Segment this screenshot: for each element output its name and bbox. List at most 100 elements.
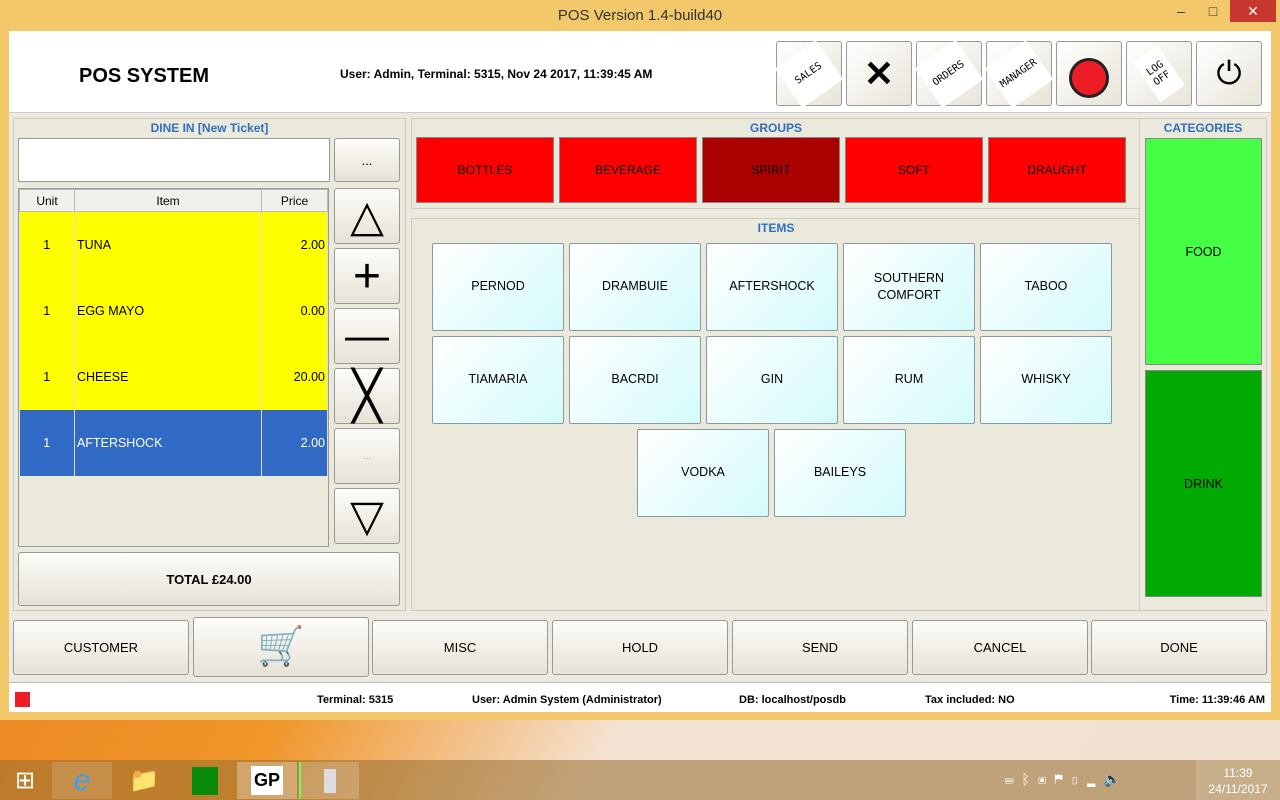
sales-label: SALES: [774, 39, 844, 108]
sales-button[interactable]: SALES: [774, 39, 844, 108]
col-item: Item: [74, 189, 262, 212]
windows-icon: ⊞: [14, 767, 36, 794]
more-button[interactable]: ...: [334, 138, 400, 182]
item-button[interactable]: BACRDI: [569, 336, 701, 424]
status-terminal: Terminal: 5315: [317, 694, 394, 706]
status-time: Time: 11:39:46 AM: [1169, 694, 1265, 706]
start-button[interactable]: ⊞: [0, 762, 50, 799]
ie-icon: e: [73, 763, 91, 797]
group-beverage[interactable]: BEVERAGE: [559, 137, 697, 203]
status-db: DB: localhost/posdb: [739, 694, 846, 706]
item-button[interactable]: GIN: [706, 336, 838, 424]
group-soft[interactable]: SOFT: [845, 137, 983, 203]
item-button[interactable]: DRAMBUIE: [569, 243, 701, 331]
price: 2.00: [261, 409, 328, 476]
group-draught[interactable]: DRAUGHT: [988, 137, 1126, 203]
bluetooth-icon: ᛒ: [1021, 771, 1038, 787]
group-spirit[interactable]: SPIRIT: [702, 137, 840, 203]
decrease-button[interactable]: —: [334, 308, 400, 364]
app-logo: POS SYSTEM: [79, 65, 210, 87]
misc-button[interactable]: MISC: [372, 620, 548, 675]
item-button[interactable]: PERNOD: [432, 243, 564, 331]
increase-button[interactable]: +: [334, 248, 400, 304]
group-bottles[interactable]: BOTTLES: [416, 137, 554, 203]
ticket-table: Unit Item Price 1 TUNA 2.00 1 EGG MAYO 0.00 1C…: [18, 188, 329, 547]
volume-icon: 🔈: [1103, 771, 1129, 787]
delete-button[interactable]: ╳: [334, 368, 400, 424]
item-button[interactable]: VODKA: [637, 429, 769, 517]
power-button[interactable]: ⏻: [1196, 41, 1262, 106]
battery-icon: ▯: [1070, 771, 1088, 787]
item: AFTERSHOCK: [74, 409, 262, 476]
scroll-down-button[interactable]: ▽: [334, 488, 400, 544]
tools-button[interactable]: ✕: [846, 41, 912, 106]
item-button[interactable]: TIAMARIA: [432, 336, 564, 424]
shopping-cart-icon: 🛒: [257, 626, 305, 668]
category-food[interactable]: FOOD: [1145, 138, 1262, 365]
taskbar-ie[interactable]: e: [52, 762, 112, 799]
status-user: User: Admin System (Administrator): [472, 694, 662, 706]
item-button[interactable]: TABOO: [980, 243, 1112, 331]
taskbar-gp[interactable]: GP: [237, 762, 297, 799]
network-icon: ▣: [1037, 771, 1055, 787]
triangle-down-icon: ▽: [350, 491, 384, 541]
unit: 1: [19, 409, 75, 476]
clock[interactable]: 11:39 24/11/2017: [1196, 760, 1280, 800]
groups-title: GROUPS: [749, 121, 802, 135]
item: TUNA: [74, 211, 262, 278]
table-row[interactable]: 1 TUNA 2.00: [19, 211, 328, 278]
close-button[interactable]: ✕: [1230, 0, 1276, 22]
taskbar-store[interactable]: [175, 762, 235, 799]
done-button[interactable]: DONE: [1091, 620, 1267, 675]
col-price: Price: [261, 189, 328, 212]
scroll-up-button[interactable]: △: [334, 188, 400, 244]
unit: 1: [19, 277, 75, 344]
total-display: TOTAL £24.00: [18, 552, 400, 606]
unit: 1: [19, 343, 75, 410]
item-button[interactable]: BAILEYS: [774, 429, 906, 517]
item-button[interactable]: WHISKY: [980, 336, 1112, 424]
wrench-screwdriver-icon: ✕: [863, 52, 895, 94]
maximize-button[interactable]: □: [1198, 0, 1228, 22]
item-button[interactable]: SOUTHERN COMFORT: [843, 243, 975, 331]
ticket-panel: DINE IN [New Ticket] ... Unit Item Price 1…: [13, 118, 406, 611]
table-row[interactable]: 1 EGG MAYO 0.00: [19, 277, 328, 344]
disabled-button: ...: [334, 428, 400, 484]
categories-title: CATEGORIES: [1163, 121, 1243, 135]
minimize-button[interactable]: ‒: [1166, 0, 1196, 22]
triangle-up-icon: △: [350, 191, 384, 241]
taskbar-pos[interactable]: [299, 762, 359, 799]
timer-button[interactable]: [1056, 41, 1122, 106]
item-button[interactable]: AFTERSHOCK: [706, 243, 838, 331]
customer-button[interactable]: CUSTOMER: [13, 620, 189, 675]
cart-button[interactable]: 🛒: [193, 617, 369, 677]
table-row[interactable]: 1 CHEESE 20.00: [19, 343, 328, 410]
pos-app-icon: [324, 768, 336, 793]
keyboard-icon: ⌨: [1005, 771, 1022, 787]
system-tray[interactable]: ⌨ᛒ▣⚑▯▂🔈: [1005, 771, 1129, 788]
orders-label: ORDERS: [914, 39, 984, 108]
item-button[interactable]: RUM: [843, 336, 975, 424]
unit: 1: [19, 211, 75, 278]
connection-indicator: [15, 692, 30, 707]
x-icon: ╳: [352, 370, 382, 423]
ticket-title: DINE IN [New Ticket]: [150, 121, 269, 135]
flag-icon: ⚑: [1054, 771, 1071, 787]
item: CHEESE: [74, 343, 262, 410]
col-unit: Unit: [19, 189, 75, 212]
logoff-button[interactable]: LOG OFF: [1126, 41, 1192, 106]
cancel-button[interactable]: CANCEL: [912, 620, 1088, 675]
send-button[interactable]: SEND: [732, 620, 908, 675]
ticket-search-input[interactable]: [18, 138, 330, 182]
power-icon: ⏻: [1216, 54, 1242, 91]
hold-button[interactable]: HOLD: [552, 620, 728, 675]
manager-button[interactable]: MANAGER: [984, 39, 1054, 108]
item: EGG MAYO: [74, 277, 262, 344]
category-drink[interactable]: DRINK: [1145, 370, 1262, 597]
folder-icon: 📁: [129, 767, 159, 794]
table-row-selected[interactable]: 1 AFTERSHOCK 2.00: [19, 409, 328, 476]
orders-button[interactable]: ORDERS: [914, 39, 984, 108]
taskbar-explorer[interactable]: 📁: [114, 762, 174, 799]
price: 2.00: [261, 211, 328, 278]
user-info: User: Admin, Terminal: 5315, Nov 24 2017…: [340, 67, 653, 81]
